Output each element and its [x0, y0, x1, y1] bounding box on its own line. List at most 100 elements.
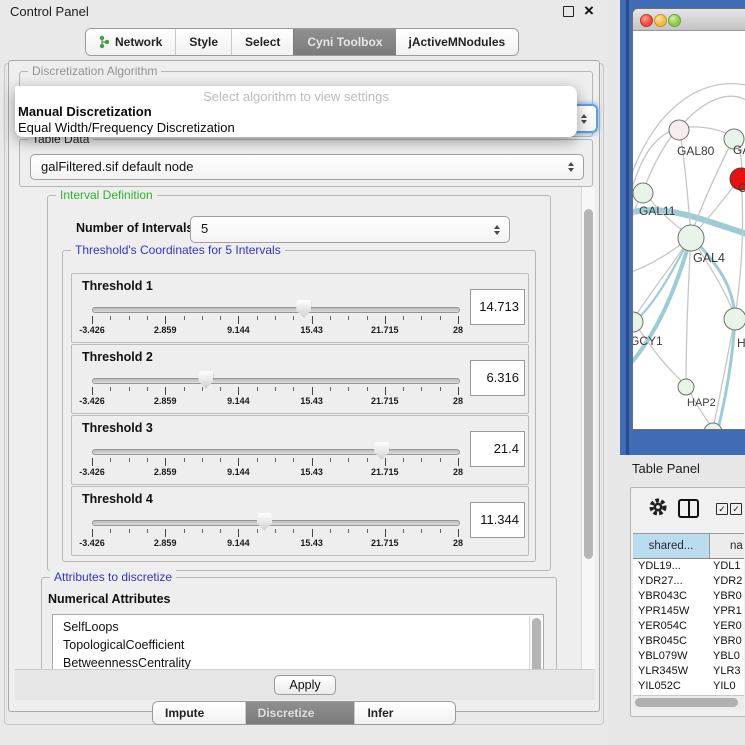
threshold-panel: Threshold 1 -3.4262.8599.14415.4321.7152… — [71, 273, 529, 343]
node-gal80[interactable] — [669, 120, 689, 140]
checkbox-icon[interactable]: ✓ — [716, 503, 728, 515]
tab-label: Style — [189, 29, 218, 55]
table-row[interactable]: YDR27...YDR2 — [633, 574, 744, 589]
num-intervals-spinner[interactable]: 5 — [190, 216, 510, 243]
network-canvas[interactable]: GAL80 GA C GAL11 GAL4 GCY1 H HAP2 — [633, 31, 745, 429]
table-cell[interactable]: YBL0 — [709, 649, 744, 664]
tab-jactivemnodules[interactable]: jActiveMNodules — [396, 29, 519, 55]
slider-tick — [238, 458, 239, 466]
scrollbar-thumb[interactable] — [532, 618, 541, 669]
table-row[interactable]: YBR045CYBR0 — [633, 634, 744, 649]
table-row[interactable]: YIL052CYIL0 — [633, 679, 744, 694]
table-data-combobox[interactable]: galFiltered.sif default node — [30, 154, 584, 180]
table-row[interactable]: YDL19...YDL1 — [633, 559, 744, 574]
list-scrollbar[interactable] — [529, 616, 542, 669]
threshold-slider[interactable]: -3.4262.8599.14415.4321.71528 — [92, 513, 458, 553]
popup-option[interactable]: Equal Width/Frequency Discretization — [18, 120, 235, 135]
tab-cyni-toolbox[interactable]: Cyni Toolbox — [293, 29, 395, 55]
tab-infer-network[interactable]: Infer Network — [354, 702, 455, 724]
scrollbar-thumb[interactable] — [635, 698, 738, 707]
table-cell[interactable]: YDR2 — [709, 574, 744, 589]
threshold-panel: Threshold 2 -3.4262.8599.14415.4321.7152… — [71, 344, 529, 414]
table-row[interactable]: YPR145WYPR1 — [633, 604, 744, 619]
table-cell[interactable]: YIL052C — [633, 679, 709, 694]
slider-track[interactable] — [92, 520, 460, 526]
tab-network[interactable]: Network — [86, 29, 175, 55]
threshold-value-field[interactable]: 11.344 — [470, 502, 525, 538]
split-view-icon[interactable] — [678, 499, 699, 518]
slider-tick — [330, 529, 331, 533]
slider-scale-label: 21.715 — [371, 538, 399, 548]
list-item[interactable]: SelfLoops — [53, 618, 543, 636]
tab-label: jActiveMNodules — [409, 29, 506, 55]
table-cell[interactable]: YBL079W — [633, 649, 709, 664]
slider-scale-label: 21.715 — [371, 396, 399, 406]
table-cell[interactable]: YDL1 — [709, 559, 744, 574]
node-right[interactable] — [724, 308, 745, 330]
table-row[interactable]: YER054CYER0 — [633, 619, 744, 634]
threshold-value-field[interactable]: 14.713 — [470, 289, 525, 325]
slider-track[interactable] — [92, 449, 460, 455]
table-row[interactable]: YBL079WYBL0 — [633, 649, 744, 664]
slider-tick — [147, 458, 148, 462]
slider-scale-label: -3.426 — [79, 396, 105, 406]
node-hap2[interactable] — [678, 379, 694, 395]
tab-discretize-data[interactable]: Discretize Data — [245, 702, 355, 724]
zoom-traffic-light-icon[interactable] — [668, 14, 681, 27]
bottom-tabbar: Impute Data Discretize Data Infer Networ… — [152, 701, 456, 725]
table-cell[interactable]: YBR0 — [709, 634, 744, 649]
table-panel: ✓ ✓ shared... na YDL19...YDL1YDR27...YDR… — [630, 487, 745, 717]
slider-tick — [312, 529, 313, 537]
slider-tick — [421, 316, 422, 320]
scrollbar-thumb[interactable] — [584, 209, 593, 559]
slider-track[interactable] — [92, 307, 460, 313]
table-cell[interactable]: YPR1 — [709, 604, 744, 619]
apply-button[interactable]: Apply — [274, 675, 335, 695]
table-cell[interactable]: YLR345W — [633, 664, 709, 679]
settings-scrollbar[interactable] — [581, 187, 595, 669]
table-cell[interactable]: YDL19... — [633, 559, 709, 574]
checkbox-icon[interactable]: ✓ — [730, 503, 742, 515]
table-cell[interactable]: YBR0 — [709, 589, 744, 604]
popup-option[interactable]: Manual Discretization — [18, 104, 152, 119]
slider-tick — [165, 458, 166, 466]
close-traffic-light-icon[interactable] — [640, 14, 653, 27]
tab-impute-data[interactable]: Impute Data — [153, 702, 245, 724]
column-header-name[interactable]: na — [710, 534, 744, 558]
float-window-icon[interactable] — [563, 6, 574, 17]
node-gal11[interactable] — [633, 183, 653, 203]
node-label: GAL80 — [677, 144, 715, 158]
table-cell[interactable]: YER0 — [709, 619, 744, 634]
close-icon[interactable]: × — [584, 0, 594, 22]
table-cell[interactable]: YDR27... — [633, 574, 709, 589]
slider-tick — [165, 387, 166, 395]
table-cell[interactable]: YBR043C — [633, 589, 709, 604]
tab-style[interactable]: Style — [175, 29, 231, 55]
column-header-shared-name[interactable]: shared... — [633, 534, 710, 558]
table-cell[interactable]: YER054C — [633, 619, 709, 634]
slider-tick — [458, 529, 459, 537]
table-row[interactable]: YLR345WYLR3 — [633, 664, 744, 679]
threshold-slider[interactable]: -3.4262.8599.14415.4321.71528 — [92, 300, 458, 340]
gear-icon[interactable] — [647, 496, 669, 518]
list-item[interactable]: TopologicalCoefficient — [53, 636, 543, 654]
tab-select[interactable]: Select — [231, 29, 293, 55]
table-cell[interactable]: YPR145W — [633, 604, 709, 619]
threshold-value-field[interactable]: 6.316 — [470, 360, 525, 396]
minimize-traffic-light-icon[interactable] — [654, 14, 667, 27]
threshold-slider[interactable]: -3.4262.8599.14415.4321.71528 — [92, 371, 458, 411]
table-cell[interactable]: YLR3 — [709, 664, 744, 679]
numerical-attributes-list[interactable]: SelfLoopsTopologicalCoefficientBetweenne… — [52, 614, 544, 669]
slider-tick — [92, 316, 93, 324]
slider-scale-label: 15.43 — [300, 538, 323, 548]
node-gal4[interactable] — [678, 225, 704, 251]
threshold-value-field[interactable]: 21.4 — [470, 431, 525, 467]
threshold-slider[interactable]: -3.4262.8599.14415.4321.71528 — [92, 442, 458, 482]
attributes-group: Attributes to discretize Numerical Attri… — [41, 577, 557, 669]
table-cell[interactable]: YBR045C — [633, 634, 709, 649]
table-cell[interactable]: YIL0 — [709, 679, 744, 694]
list-item[interactable]: BetweennessCentrality — [53, 654, 543, 669]
table-row[interactable]: YBR043CYBR0 — [633, 589, 744, 604]
slider-track[interactable] — [92, 378, 460, 384]
table-hscrollbar[interactable] — [633, 695, 744, 710]
